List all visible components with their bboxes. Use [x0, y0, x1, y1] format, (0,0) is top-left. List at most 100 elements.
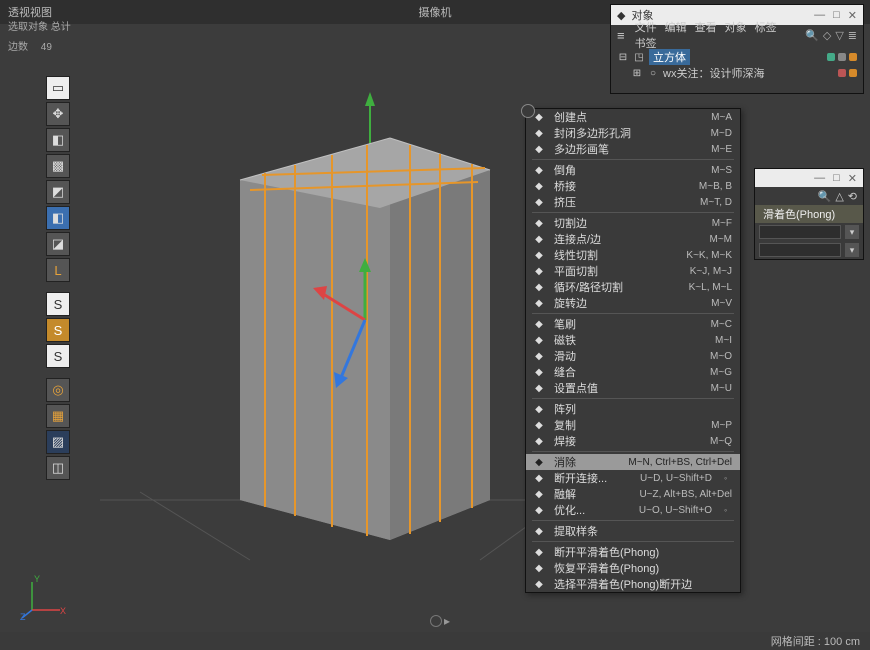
line-icon: ◆ [532, 248, 546, 262]
menu-item-label: 平面切割 [554, 263, 598, 279]
tree-item-label[interactable]: 立方体 [649, 49, 690, 65]
menu-item-切割边[interactable]: ◆切割边M~F [526, 215, 740, 231]
s3-tool[interactable]: S [46, 344, 70, 368]
menu-item-线性切割[interactable]: ◆线性切割K~K, M~K [526, 247, 740, 263]
menu-item-焊接[interactable]: ◆焊接M~Q [526, 433, 740, 449]
tree-item-label[interactable]: wx关注：设计师深海 [663, 65, 764, 81]
tree-item-tags[interactable] [827, 53, 857, 61]
menu-item-复制[interactable]: ◆复制M~P [526, 417, 740, 433]
menu-item-shortcut: M~F [712, 218, 732, 229]
search-icon[interactable]: 🔍 [805, 29, 819, 42]
menu-item-滑动[interactable]: ◆滑动M~O [526, 348, 740, 364]
menu-item-恢复平滑着色(Phong)[interactable]: ◆恢复平滑着色(Phong) [526, 560, 740, 576]
attribute-window[interactable]: — □ ✕ 🔍 △ ⟲ 滑着色(Phong) ▾ ▾ [754, 168, 864, 260]
attr-tab[interactable]: 滑着色(Phong) [755, 205, 863, 223]
menu-item-缝合[interactable]: ◆缝合M~G [526, 364, 740, 380]
menu-对象[interactable]: 对象 [725, 22, 747, 34]
menu-item-shortcut: M~T, D [700, 197, 732, 208]
menu-item-label: 创建点 [554, 109, 587, 125]
menu-item-消除[interactable]: ◆消除M~N, Ctrl+BS, Ctrl+Del [526, 454, 740, 470]
grid-tool[interactable]: ▦ [46, 404, 70, 428]
bridge-icon: ◆ [532, 179, 546, 193]
menu-item-断开平滑着色(Phong)[interactable]: ◆断开平滑着色(Phong) [526, 544, 740, 560]
menu-文件[interactable]: 文件 [635, 22, 657, 34]
menu-item-shortcut: U~D, U~Shift+D [640, 473, 712, 484]
dropdown-icon[interactable]: ▾ [845, 243, 859, 257]
eye-icon[interactable]: ▽ [835, 29, 843, 42]
del-icon: ◆ [532, 455, 546, 469]
connect-icon: ◆ [532, 232, 546, 246]
expand-icon[interactable]: ⊟ [617, 51, 629, 63]
checker-tool[interactable]: ▩ [46, 154, 70, 178]
minimize-icon[interactable]: — [814, 172, 825, 184]
compound-tool[interactable]: ◪ [46, 232, 70, 256]
menu-item-阵列[interactable]: ◆阵列 [526, 401, 740, 417]
object-manager-menubar: ≡ 文件编辑查看对象标签书签 🔍 ◇ ▽ ≣ [611, 25, 863, 45]
menu-item-label: 桥接 [554, 178, 576, 194]
live-selection-tool[interactable]: ▭ [46, 76, 70, 100]
move-tool[interactable]: ✥ [46, 102, 70, 126]
filter-icon[interactable]: ◇ [823, 29, 831, 42]
menu-item-断开连接...[interactable]: ◆断开连接...U~D, U~Shift+D◦ [526, 470, 740, 486]
s2-tool[interactable]: S [46, 318, 70, 342]
menu-查看[interactable]: 查看 [695, 22, 717, 34]
close-icon[interactable]: ✕ [848, 172, 857, 185]
maximize-icon[interactable]: □ [833, 9, 840, 22]
menu-item-融解[interactable]: ◆融解U~Z, Alt+BS, Alt+Del [526, 486, 740, 502]
l-tool[interactable]: L [46, 258, 70, 282]
menu-item-平面切割[interactable]: ◆平面切割K~J, M~J [526, 263, 740, 279]
context-menu[interactable]: ◆创建点M~A◆封闭多边形孔洞M~D◆多边形画笔M~E◆倒角M~S◆桥接M~B,… [525, 108, 741, 593]
tree-row[interactable]: ⊞○wx关注：设计师深海 [617, 65, 857, 81]
search-icon[interactable]: 🔍 [818, 190, 832, 203]
expand-icon[interactable]: ⊞ [631, 67, 643, 79]
s1-tool[interactable]: S [46, 292, 70, 316]
menu-item-旋转边[interactable]: ◆旋转边M~V [526, 295, 740, 311]
menu-编辑[interactable]: 编辑 [665, 22, 687, 34]
menu-item-设置点值[interactable]: ◆设置点值M~U [526, 380, 740, 396]
context-menu-handle-icon[interactable] [521, 104, 535, 118]
poly-icon: ◆ [532, 126, 546, 140]
attr-field-2[interactable] [759, 243, 841, 257]
phong-icon: ◆ [532, 577, 546, 591]
spin-icon: ◆ [532, 296, 546, 310]
attr-field-1[interactable] [759, 225, 841, 239]
menu-item-笔刷[interactable]: ◆笔刷M~C [526, 316, 740, 332]
menu-item-多边形画笔[interactable]: ◆多边形画笔M~E [526, 141, 740, 157]
obj-tool[interactable]: ◩ [46, 180, 70, 204]
pin-icon[interactable]: ⟲ [848, 190, 857, 203]
tree-item-tags[interactable] [838, 69, 857, 77]
menu-item-封闭多边形孔洞[interactable]: ◆封闭多边形孔洞M~D [526, 125, 740, 141]
menu-item-循环/路径切割[interactable]: ◆循环/路径切割K~L, M~L [526, 279, 740, 295]
menu-item-选择平滑着色(Phong)断开边[interactable]: ◆选择平滑着色(Phong)断开边 [526, 576, 740, 592]
menu-item-磁铁[interactable]: ◆磁铁M~I [526, 332, 740, 348]
menu-标签[interactable]: 标签 [755, 22, 777, 34]
menu-item-创建点[interactable]: ◆创建点M~A [526, 109, 740, 125]
lock-icon[interactable]: △ [835, 190, 843, 203]
object-tree[interactable]: ⊟ ◳ 立方体⊞○wx关注：设计师深海 [611, 45, 863, 93]
grid-spacing: 网格间距 : 100 cm [771, 633, 860, 649]
cam-tool[interactable]: ◫ [46, 456, 70, 480]
clone-icon: ◆ [532, 418, 546, 432]
menu-item-提取样条[interactable]: ◆提取样条 [526, 523, 740, 539]
ring-tool[interactable]: ◎ [46, 378, 70, 402]
dropdown-icon[interactable]: ▾ [845, 225, 859, 239]
menu-item-桥接[interactable]: ◆桥接M~B, B [526, 178, 740, 194]
minimize-icon[interactable]: — [814, 9, 825, 22]
hamburger-icon[interactable]: ≡ [617, 28, 625, 43]
sel-tool[interactable]: ◧ [46, 206, 70, 230]
cube-tool[interactable]: ◧ [46, 128, 70, 152]
close-icon[interactable]: ✕ [848, 9, 857, 22]
tree-row[interactable]: ⊟ ◳ 立方体 [617, 49, 857, 65]
menu-item-倒角[interactable]: ◆倒角M~S [526, 162, 740, 178]
menu-item-连接点/边[interactable]: ◆连接点/边M~M [526, 231, 740, 247]
object-manager-window[interactable]: ◆ 对象 — □ ✕ ≡ 文件编辑查看对象标签书签 🔍 ◇ ▽ ≣ ⊟◳立方体⊞… [610, 4, 864, 94]
menu-item-优化...[interactable]: ◆优化...U~O, U~Shift+O◦ [526, 502, 740, 518]
layer-icon[interactable]: ≣ [848, 29, 857, 42]
disc-icon: ◆ [532, 471, 546, 485]
diag-tool[interactable]: ▨ [46, 430, 70, 454]
maximize-icon[interactable]: □ [833, 172, 840, 184]
melt-icon: ◆ [532, 487, 546, 501]
menu-item-挤压[interactable]: ◆挤压M~T, D [526, 194, 740, 210]
cube-icon: ◳ [633, 51, 645, 63]
menu-item-label: 连接点/边 [554, 231, 601, 247]
